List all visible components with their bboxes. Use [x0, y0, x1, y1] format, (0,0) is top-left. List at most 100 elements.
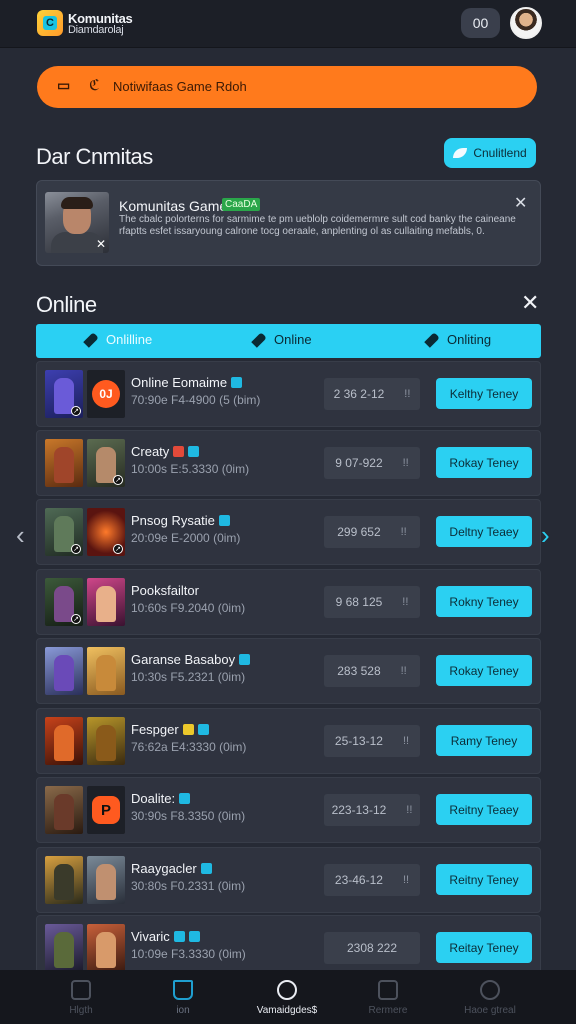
stat-marker: !! [402, 457, 409, 469]
marker-icon: ↗ [71, 406, 81, 416]
marker-icon: ↗ [113, 475, 123, 485]
row-stat: 23-46-12!! [324, 864, 420, 896]
leaf-icon [453, 148, 468, 158]
game-thumbnail: ↗ [45, 370, 83, 418]
notice-text: Notiwifaas Game Rdoh [113, 79, 247, 94]
featured-thumbnail: ✕ [45, 192, 109, 253]
row-title: Vivaric [131, 929, 200, 944]
stat-marker: !! [402, 735, 410, 747]
character-figure [54, 447, 74, 483]
game-thumbnail: ↗ [45, 508, 83, 556]
discover-action-label: Cnulitlend [473, 146, 527, 160]
top-bar: C Komunitas Diamdarolaj 00 [0, 0, 576, 48]
game-thumbnail [87, 578, 125, 626]
nav-item-bookmark[interactable]: ion [133, 970, 233, 1024]
row-action-button[interactable]: Reitny Teaey [436, 794, 532, 825]
featured-tag: CaaDA [222, 198, 261, 211]
stat-value: 9 68 125 [335, 595, 383, 609]
row-title-text: Fespger [131, 722, 179, 737]
list-item[interactable]: ↗ Creaty 10:00s E:5.3330 (0im) 9 07-922!… [36, 430, 541, 496]
list-item[interactable]: P Doalite: 30:90s F8.3350 (0im) 223-13-1… [36, 777, 541, 843]
game-thumbnail: 0J [87, 370, 125, 418]
stat-value: 299 652 [337, 525, 381, 539]
row-stat: 283 528!! [324, 655, 420, 687]
row-action-button[interactable]: Rokay Teney [436, 655, 532, 686]
tag-icon [182, 724, 194, 735]
verified-icon [239, 654, 251, 665]
character-figure [54, 932, 74, 968]
game-thumbnail: P [87, 786, 125, 834]
row-stat: 2 36 2-12!! [324, 378, 420, 410]
row-action-button[interactable]: Reitay Teney [436, 932, 532, 963]
stat-marker: !! [400, 526, 407, 538]
nav-item-compass[interactable]: Vamaidgdes$ [237, 970, 337, 1024]
row-title-text: Vivaric [131, 929, 170, 944]
badge-icon: P [92, 796, 120, 824]
app-logo[interactable]: C [37, 10, 63, 36]
online-tabs: Onlilline Online Onliting [36, 324, 541, 358]
featured-card[interactable]: ✕ Komunitas Game CaaDA The cbalc polorte… [36, 180, 541, 266]
nav-item-home[interactable]: Hlgth [31, 970, 131, 1024]
tab-label: Onliting [447, 332, 492, 347]
logo-glyph: C [43, 16, 57, 30]
list-item[interactable]: ↗ ↗ Pnsog Rysatie 20:09e E-2000 (0im) 29… [36, 499, 541, 565]
nav-item-square[interactable]: Rermere [338, 970, 438, 1024]
online-title: Online [36, 292, 97, 317]
tab-onlilline[interactable]: Onlilline [83, 331, 152, 348]
row-action-button[interactable]: Ramy Teney [436, 725, 532, 756]
tab-onliting[interactable]: Onliting [424, 331, 492, 348]
stat-marker: !! [402, 596, 409, 608]
row-stat: 9 68 125!! [324, 586, 420, 618]
character-figure [96, 655, 116, 691]
row-title-text: Pooksfailtor [131, 583, 199, 598]
stat-value: 2308 222 [346, 941, 398, 955]
row-subtitle: 10:60s F9.2040 (0im) [131, 601, 246, 615]
pen-icon [251, 331, 267, 348]
row-title-text: Raaygacler [131, 861, 197, 876]
tab-label: Online [274, 332, 312, 347]
row-subtitle: 76:62a E4:3330 (0im) [131, 740, 247, 754]
game-thumbnail [45, 717, 83, 765]
notification-count-button[interactable]: 00 [461, 8, 500, 38]
tab-online[interactable]: Online [251, 331, 312, 348]
row-title-text: Doalite: [131, 791, 176, 806]
stat-value: 283 528 [337, 664, 381, 678]
character-figure [54, 794, 74, 830]
row-action-button[interactable]: Kelthy Teney [436, 378, 532, 409]
thumb-hair [61, 197, 93, 209]
user-avatar[interactable] [510, 7, 542, 39]
row-action-button[interactable]: Reitny Teney [436, 864, 532, 895]
nav-item-profile[interactable]: Haoe gtreal [440, 970, 540, 1024]
row-action-button[interactable]: Rokny Teney [436, 586, 532, 617]
app-subtitle: Diamdarolaj [68, 24, 124, 36]
row-action-button[interactable]: Rokay Teney [436, 447, 532, 478]
character-figure [96, 586, 116, 622]
list-item[interactable]: ↗ Pooksfailtor 10:60s F9.2040 (0im) 9 68… [36, 569, 541, 635]
row-subtitle: 20:09e E-2000 (0im) [131, 531, 241, 545]
list-item[interactable]: Fespger 76:62a E4:3330 (0im) 25-13-12!! … [36, 708, 541, 774]
marker-icon: ↗ [71, 544, 81, 554]
row-action-button[interactable]: Deltny Teaey [436, 516, 532, 547]
list-item[interactable]: Garanse Basaboy 10:30s F5.2321 (0im) 283… [36, 638, 541, 704]
game-thumbnail: ↗ [87, 508, 125, 556]
stat-value: 9 07-922 [335, 456, 383, 470]
stat-value: 23-46-12 [334, 873, 383, 887]
row-title: Doalite: [131, 791, 191, 806]
chevron-right-icon[interactable]: › [541, 520, 550, 551]
online-close-icon[interactable]: ✕ [521, 290, 539, 316]
verified-icon [200, 863, 212, 874]
row-stat: 223-13-12!! [324, 794, 420, 826]
featured-close-icon[interactable]: ✕ [514, 193, 527, 213]
row-title: Fespger [131, 722, 209, 737]
list-item[interactable]: Vivaric 10:09e F3.3330 (0im) 2308 222 Re… [36, 915, 541, 975]
list-item[interactable]: Raaygacler 30:80s F0.2331 (0im) 23-46-12… [36, 847, 541, 913]
discover-action-button[interactable]: Cnulitlend [444, 138, 536, 168]
notice-bar[interactable]: ▭ ℭ Notiwifaas Game Rdoh [37, 66, 537, 108]
stat-value: 223-13-12 [331, 803, 387, 817]
chevron-left-icon[interactable]: ‹ [16, 520, 25, 551]
list-item[interactable]: ↗ 0J Online Eomaime 70:90e F4-4900 (5 (b… [36, 361, 541, 427]
featured-description: The cbalc polorterns for sarmime te pm u… [119, 214, 516, 237]
character-figure [54, 725, 74, 761]
row-title: Online Eomaime [131, 375, 243, 390]
game-thumbnail: ↗ [45, 578, 83, 626]
